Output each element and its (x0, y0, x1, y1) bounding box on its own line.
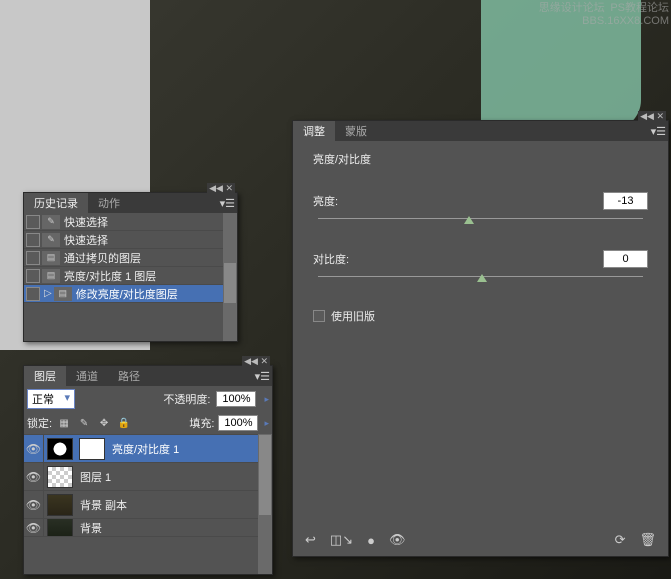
history-item[interactable]: ▷ ▤ 修改亮度/对比度图层 (24, 285, 237, 303)
scrollbar[interactable] (223, 213, 237, 341)
panel-menu-icon[interactable]: ▾☰ (220, 197, 235, 210)
panel-menu-icon[interactable]: ▾☰ (651, 125, 666, 138)
history-snapshot-icon[interactable] (26, 215, 40, 229)
brush-icon: ✎ (42, 233, 60, 247)
chevron-right-icon[interactable]: ▸ (262, 394, 269, 405)
tab-channels[interactable]: 通道 (66, 366, 108, 386)
eye-icon[interactable]: 👁 (24, 435, 44, 462)
eye-icon[interactable]: 👁 (24, 519, 44, 536)
layer-icon: ▤ (42, 269, 60, 283)
tab-layers[interactable]: 图层 (24, 366, 66, 386)
back-icon[interactable]: ↩ (305, 532, 316, 548)
history-item[interactable]: ✎ 快速选择 (24, 231, 237, 249)
layer-row[interactable]: 👁 背景 (24, 519, 272, 537)
panel-collapse-icon[interactable]: ◀◀ ✕ (638, 111, 666, 122)
watermark: 思缘设计论坛 PS教程论坛 BBS.16XX8.COM (539, 2, 669, 28)
history-current-icon: ▷ (44, 288, 52, 299)
history-snapshot-icon[interactable] (26, 269, 40, 283)
layer-thumbnail[interactable] (47, 519, 73, 537)
adjustment-title: 亮度/对比度 (313, 151, 648, 167)
tab-actions[interactable]: 动作 (88, 193, 130, 213)
lock-paint-icon[interactable]: ✎ (76, 416, 92, 430)
opacity-label: 不透明度: (163, 391, 210, 407)
panel-menu-icon[interactable]: ▾☰ (255, 370, 270, 383)
tab-adjustments[interactable]: 调整 (293, 121, 335, 141)
layer-icon: ▤ (42, 251, 60, 265)
eye-icon[interactable]: 👁 (24, 491, 44, 518)
mask-thumbnail[interactable] (79, 438, 105, 460)
layer-thumbnail[interactable] (47, 466, 73, 488)
opacity-input[interactable]: 100% (216, 391, 256, 407)
lock-position-icon[interactable]: ✥ (96, 416, 112, 430)
legacy-checkbox[interactable] (313, 310, 325, 322)
history-item[interactable]: ▤ 亮度/对比度 1 图层 (24, 267, 237, 285)
contrast-slider[interactable] (313, 276, 648, 288)
reset-icon[interactable]: ⟳ (615, 532, 626, 548)
history-item[interactable]: ▤ 通过拷贝的图层 (24, 249, 237, 267)
fill-input[interactable]: 100% (218, 415, 258, 431)
legacy-label: 使用旧版 (331, 308, 375, 324)
history-snapshot-icon[interactable] (26, 251, 40, 265)
panel-collapse-icon[interactable]: ◀◀ ✕ (207, 183, 235, 194)
lock-all-icon[interactable]: 🔒 (116, 416, 132, 430)
slider-handle-icon[interactable] (477, 274, 487, 282)
fill-label: 填充: (189, 415, 214, 431)
trash-icon[interactable]: 🗑 (639, 532, 656, 548)
contrast-label: 对比度: (313, 251, 603, 267)
eye-icon[interactable]: 👁 (389, 532, 406, 548)
layer-row[interactable]: 👁 亮度/对比度 1 (24, 435, 272, 463)
tab-masks[interactable]: 蒙版 (335, 121, 377, 141)
layer-thumbnail[interactable] (47, 438, 73, 460)
brush-icon: ✎ (42, 215, 60, 229)
layer-thumbnail[interactable] (47, 494, 73, 516)
lock-transparency-icon[interactable]: ▦ (56, 416, 72, 430)
clip-icon[interactable]: ◫↘ (330, 532, 353, 548)
eye-icon[interactable]: 👁 (24, 463, 44, 490)
slider-handle-icon[interactable] (464, 216, 474, 224)
brightness-slider[interactable] (313, 218, 648, 230)
layer-icon: ▤ (54, 287, 72, 301)
layer-row[interactable]: 👁 图层 1 (24, 463, 272, 491)
chevron-right-icon[interactable]: ▸ (262, 418, 269, 429)
history-item[interactable]: ✎ 快速选择 (24, 213, 237, 231)
blend-mode-select[interactable]: 正常 (27, 389, 75, 409)
history-panel: ◀◀ ✕ 历史记录 动作 ▾☰ ✎ 快速选择 ✎ 快速选择 ▤ 通过拷贝的图层 … (23, 192, 238, 342)
view-icon[interactable]: ● (367, 533, 375, 548)
adjustments-panel: ◀◀ ✕ 调整 蒙版 ▾☰ 亮度/对比度 亮度: 对比度: 使用旧版 ↩ ◫↘ (292, 120, 669, 557)
lock-label: 锁定: (27, 415, 52, 431)
tab-history[interactable]: 历史记录 (24, 193, 88, 213)
brightness-input[interactable] (603, 192, 648, 210)
panel-collapse-icon[interactable]: ◀◀ ✕ (242, 356, 270, 367)
history-snapshot-icon[interactable] (26, 233, 40, 247)
contrast-input[interactable] (603, 250, 648, 268)
history-snapshot-icon[interactable] (26, 287, 40, 301)
layers-panel: ◀◀ ✕ 图层 通道 路径 ▾☰ 正常 不透明度: 100% ▸ 锁定: ▦ ✎… (23, 365, 273, 575)
brightness-label: 亮度: (313, 193, 603, 209)
tab-paths[interactable]: 路径 (108, 366, 150, 386)
scrollbar[interactable] (258, 434, 272, 574)
layer-row[interactable]: 👁 背景 副本 (24, 491, 272, 519)
